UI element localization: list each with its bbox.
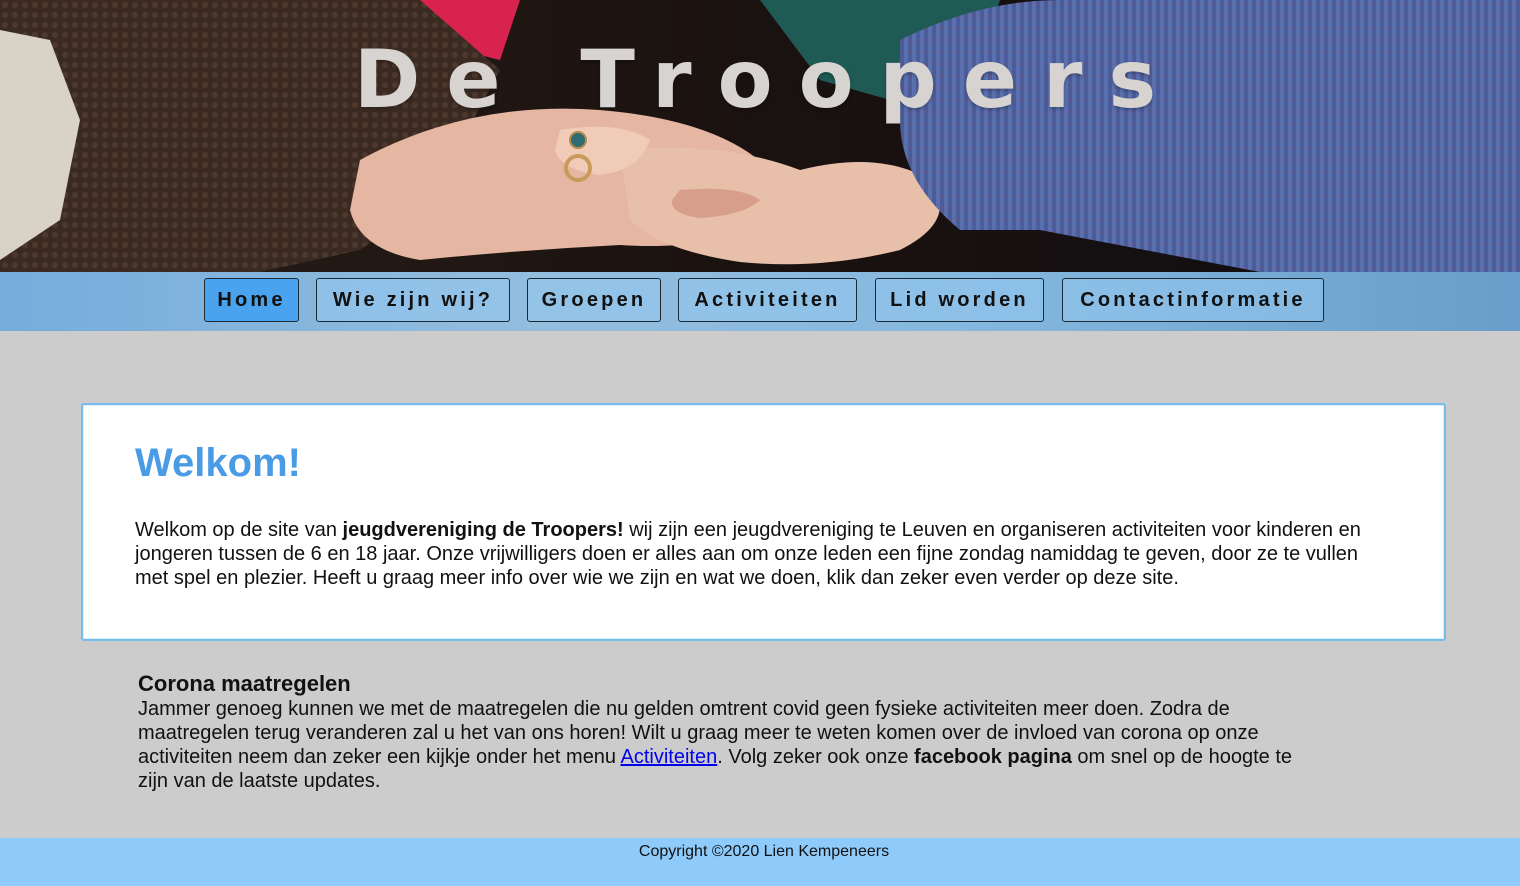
main-navigation: Home Wie zijn wij? Groepen Activiteiten … xyxy=(0,272,1520,331)
welcome-section: Welkom! Welkom op de site van jeugdveren… xyxy=(81,403,1446,641)
corona-heading: Corona maatregelen xyxy=(138,671,351,696)
nav-item-home[interactable]: Home xyxy=(204,278,299,322)
corona-paragraph: Jammer genoeg kunnen we met de maatregel… xyxy=(138,697,1308,793)
nav-item-wie-zijn-wij[interactable]: Wie zijn wij? xyxy=(316,278,510,322)
copyright-text: Copyright ©2020 Lien Kempeneers xyxy=(638,843,890,860)
site-title: De Troopers xyxy=(353,33,1183,126)
activiteiten-link[interactable]: Activiteiten xyxy=(621,746,718,768)
welcome-text-bold: jeugdvereniging de Troopers! xyxy=(342,519,624,541)
nav-item-lid-worden[interactable]: Lid worden xyxy=(875,278,1044,322)
nav-item-contactinformatie[interactable]: Contactinformatie xyxy=(1062,278,1324,322)
nav-item-groepen[interactable]: Groepen xyxy=(527,278,661,322)
corona-text-middle: . Volg zeker ook onze xyxy=(717,746,915,768)
welcome-text-intro: Welkom op de site van xyxy=(135,519,343,541)
page-footer: Copyright ©2020 Lien Kempeneers xyxy=(0,838,1520,886)
corona-section: Corona maatregelen Jammer genoeg kunnen … xyxy=(138,671,1308,793)
welcome-paragraph: Welkom op de site van jeugdvereniging de… xyxy=(135,518,1375,590)
welcome-heading: Welkom! xyxy=(135,441,301,485)
facebook-page-text: facebook pagina xyxy=(914,746,1072,768)
nav-item-activiteiten[interactable]: Activiteiten xyxy=(678,278,857,322)
